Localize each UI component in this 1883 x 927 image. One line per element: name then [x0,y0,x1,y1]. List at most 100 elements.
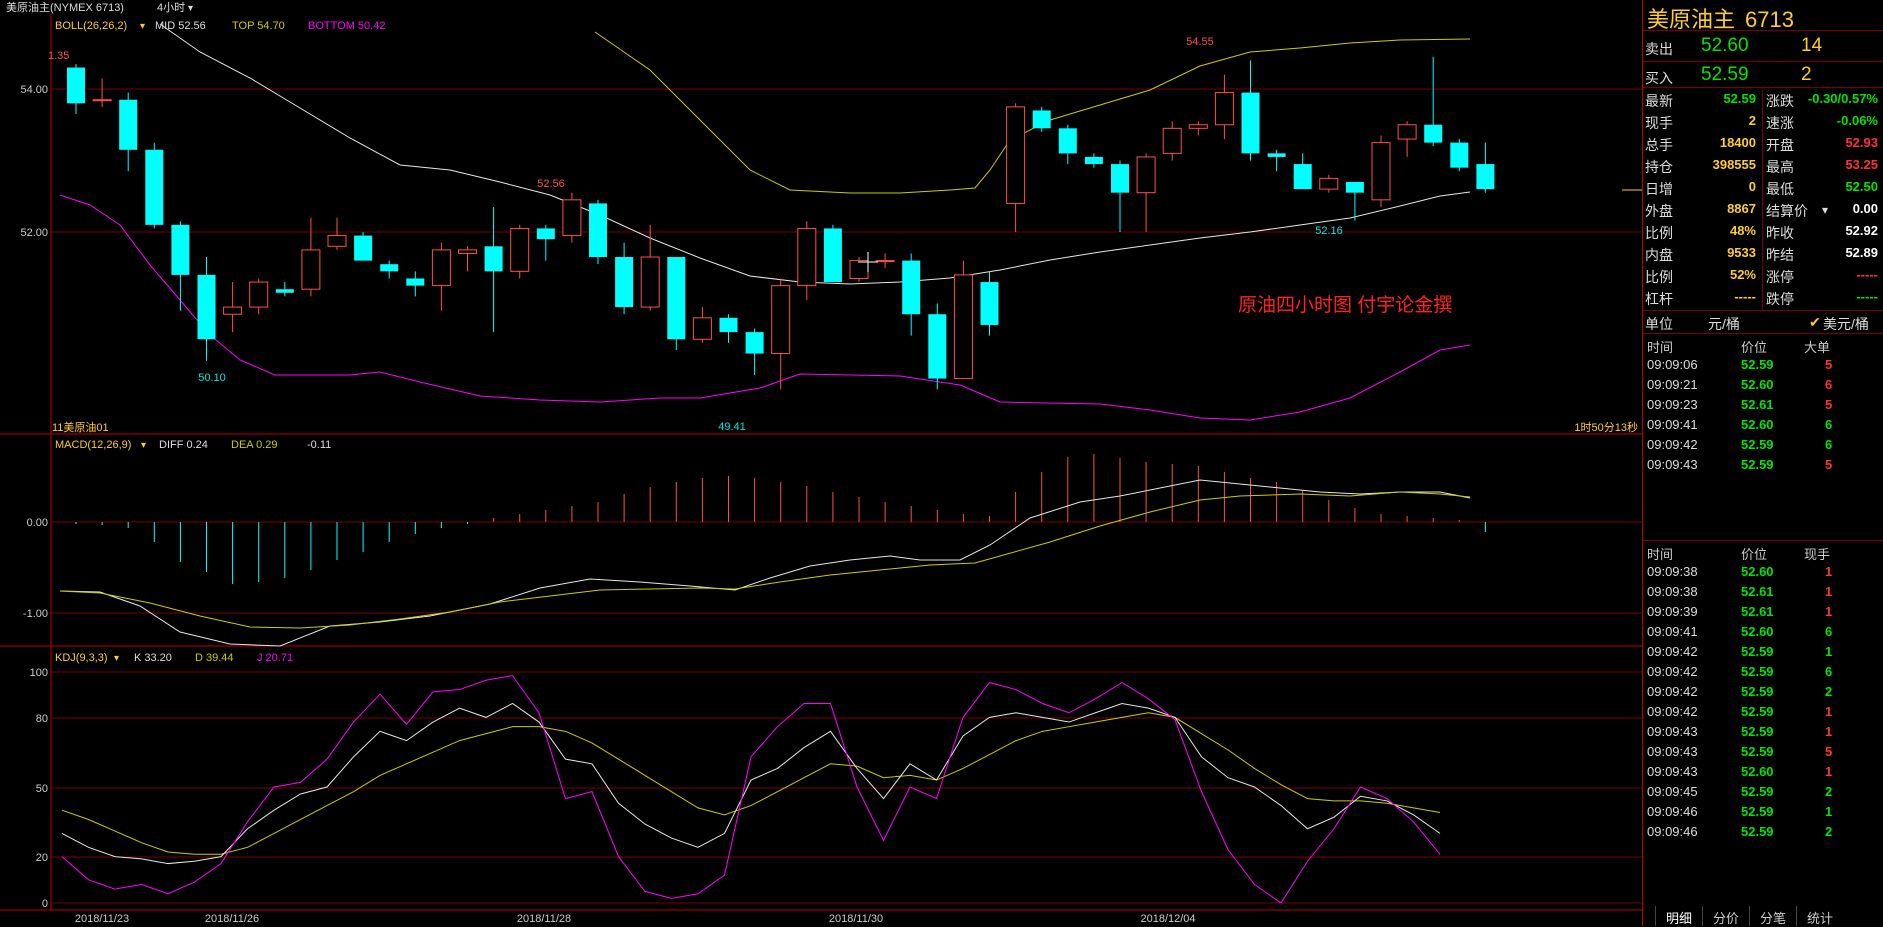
tick-row[interactable]: 09:09:42 52.59 6 [1643,661,1883,683]
chevron-down-icon[interactable]: ▾ [140,21,145,32]
chevron-down-icon[interactable]: ▾ [141,440,146,451]
tick-qty: 1 [1825,564,1833,579]
kdj-label[interactable]: KDJ(9,3,3) [55,652,108,664]
stat-label: 比例 [1645,269,1673,285]
candle-body [510,227,530,272]
tick-row[interactable]: 09:09:42 52.59 1 [1643,701,1883,723]
stat-label: 涨跌 [1766,93,1794,109]
tick-time: 09:09:43 [1647,744,1698,759]
candle-body [1476,164,1495,190]
boll-top-line [594,31,1471,194]
tick-row[interactable]: 09:09:46 52.59 2 [1643,821,1883,843]
tab-price-split[interactable]: 分价 [1702,906,1749,926]
sell-row[interactable]: 卖出 52.60 14 [1643,34,1883,60]
macd-label[interactable]: MACD(12,26,9) [55,439,131,451]
chart-area[interactable]: 美原油主(NYMEX 6713) 4小时 ▾ BOLL(26,26,2) ▾ M… [0,0,1642,926]
macd-dea: DEA 0.29 [231,439,277,451]
tick-price: 52.61 [1741,584,1774,599]
kdj-y-20: 20 [36,852,48,864]
candle-body [536,228,555,240]
tick-time: 09:09:43 [1647,764,1698,779]
period-selector[interactable]: 4小时 [157,1,185,14]
tick-price: 52.59 [1741,357,1774,372]
unit-alt[interactable]: 美元/桶 [1823,314,1869,334]
candle-body [928,314,947,379]
candle-body [1084,156,1103,165]
candle-body [1058,128,1077,154]
unit-label: 单位 [1645,316,1673,332]
buy-row[interactable]: 买入 52.59 2 [1643,63,1883,89]
tab-stats[interactable]: 统计 [1796,906,1843,926]
stat-value: 8867 [1727,201,1756,216]
tick-row[interactable]: 09:09:39 52.61 1 [1643,601,1883,623]
stat-label: 最高 [1766,159,1794,175]
annotation-mid: 52.56 [537,178,565,190]
unit-value[interactable]: 元/桶 [1708,314,1740,334]
buy-qty: 2 [1801,64,1812,85]
macd-dea-line [59,491,1471,629]
stat-value: 52.89 [1845,245,1878,260]
unit-row[interactable]: 单位 元/桶 ✔ 美元/桶 [1643,311,1883,333]
chevron-down-icon[interactable]: ▾ [1822,203,1828,217]
candle-body [119,99,138,150]
tick-row[interactable]: 09:09:41 52.60 6 [1643,414,1883,436]
tick-row[interactable]: 09:09:21 52.60 6 [1643,374,1883,396]
tick-qty: 2 [1825,824,1833,839]
tick-row[interactable]: 09:09:42 52.59 1 [1643,641,1883,663]
tick-row[interactable]: 09:09:45 52.59 2 [1643,781,1883,803]
macd-diff-line [59,479,1471,647]
boll-label[interactable]: BOLL(26,26,2) [55,20,127,32]
tick-row[interactable]: 09:09:06 52.59 5 [1643,354,1883,376]
tab-detail[interactable]: 明细 [1655,906,1702,926]
tick-header: 时间 价位 大单 [1643,334,1883,356]
y-label-52: 52.00 [20,227,48,239]
chevron-down-icon[interactable]: ▾ [188,3,193,14]
tick-price: 52.60 [1741,377,1774,392]
quote-row: 外盘 8867 结算价 0.00 [1643,198,1883,220]
candle-body [171,224,190,275]
stat-label: 比例 [1645,225,1673,241]
tick-row[interactable]: 09:09:42 52.59 6 [1643,434,1883,456]
chevron-down-icon[interactable]: ▾ [114,653,119,664]
buy-price: 52.59 [1701,64,1749,85]
tick-time: 09:09:42 [1647,704,1698,719]
stat-value: 2 [1748,113,1756,128]
tick-qty: 1 [1825,764,1833,779]
x-label-1128: 2018/11/28 [517,913,571,925]
tick-row[interactable]: 09:09:23 52.61 5 [1643,394,1883,416]
candle-body [406,278,425,286]
tick-row[interactable]: 09:09:43 52.59 5 [1643,454,1883,476]
macd-y-neg1: -1.00 [23,608,48,620]
tick-row[interactable]: 09:09:43 52.59 5 [1643,741,1883,763]
stat-label: 最新 [1645,93,1673,109]
tick-time: 09:09:42 [1647,644,1698,659]
check-icon[interactable]: ✔ [1809,314,1821,331]
tab-trades[interactable]: 分笔 [1749,906,1796,926]
candle-body [640,256,660,308]
tick-row[interactable]: 09:09:42 52.59 2 [1643,681,1883,703]
tick-time: 09:09:41 [1647,624,1698,639]
tick-qty: 1 [1825,644,1833,659]
tick-row[interactable]: 09:09:43 52.60 1 [1643,761,1883,783]
candle-body [1371,142,1391,201]
tick-row[interactable]: 09:09:41 52.60 6 [1643,621,1883,643]
tick-qty: 2 [1825,684,1833,699]
tick-price: 52.60 [1741,764,1774,779]
tick-row[interactable]: 09:09:38 52.61 1 [1643,581,1883,603]
stat-label: 杠杆 [1645,291,1673,307]
annotation-low1: 50.10 [198,372,226,384]
candlesticks [67,56,1495,390]
tick-row[interactable]: 09:09:46 52.59 1 [1643,801,1883,823]
tick-price: 52.60 [1741,624,1774,639]
left-price-label: 1.35 [48,50,69,62]
instrument-code: 6713 [1745,7,1794,32]
tick-row[interactable]: 09:09:38 52.60 1 [1643,561,1883,583]
tick-row[interactable]: 09:09:43 52.59 1 [1643,721,1883,743]
tick-time: 09:09:41 [1647,417,1698,432]
candle-body [1136,156,1156,194]
kdj-k-line [61,702,1441,865]
tick-price: 52.59 [1741,704,1774,719]
annotation-low2: 49.41 [718,421,746,433]
y-label-54: 54.00 [20,84,48,96]
candle-body [484,246,503,272]
